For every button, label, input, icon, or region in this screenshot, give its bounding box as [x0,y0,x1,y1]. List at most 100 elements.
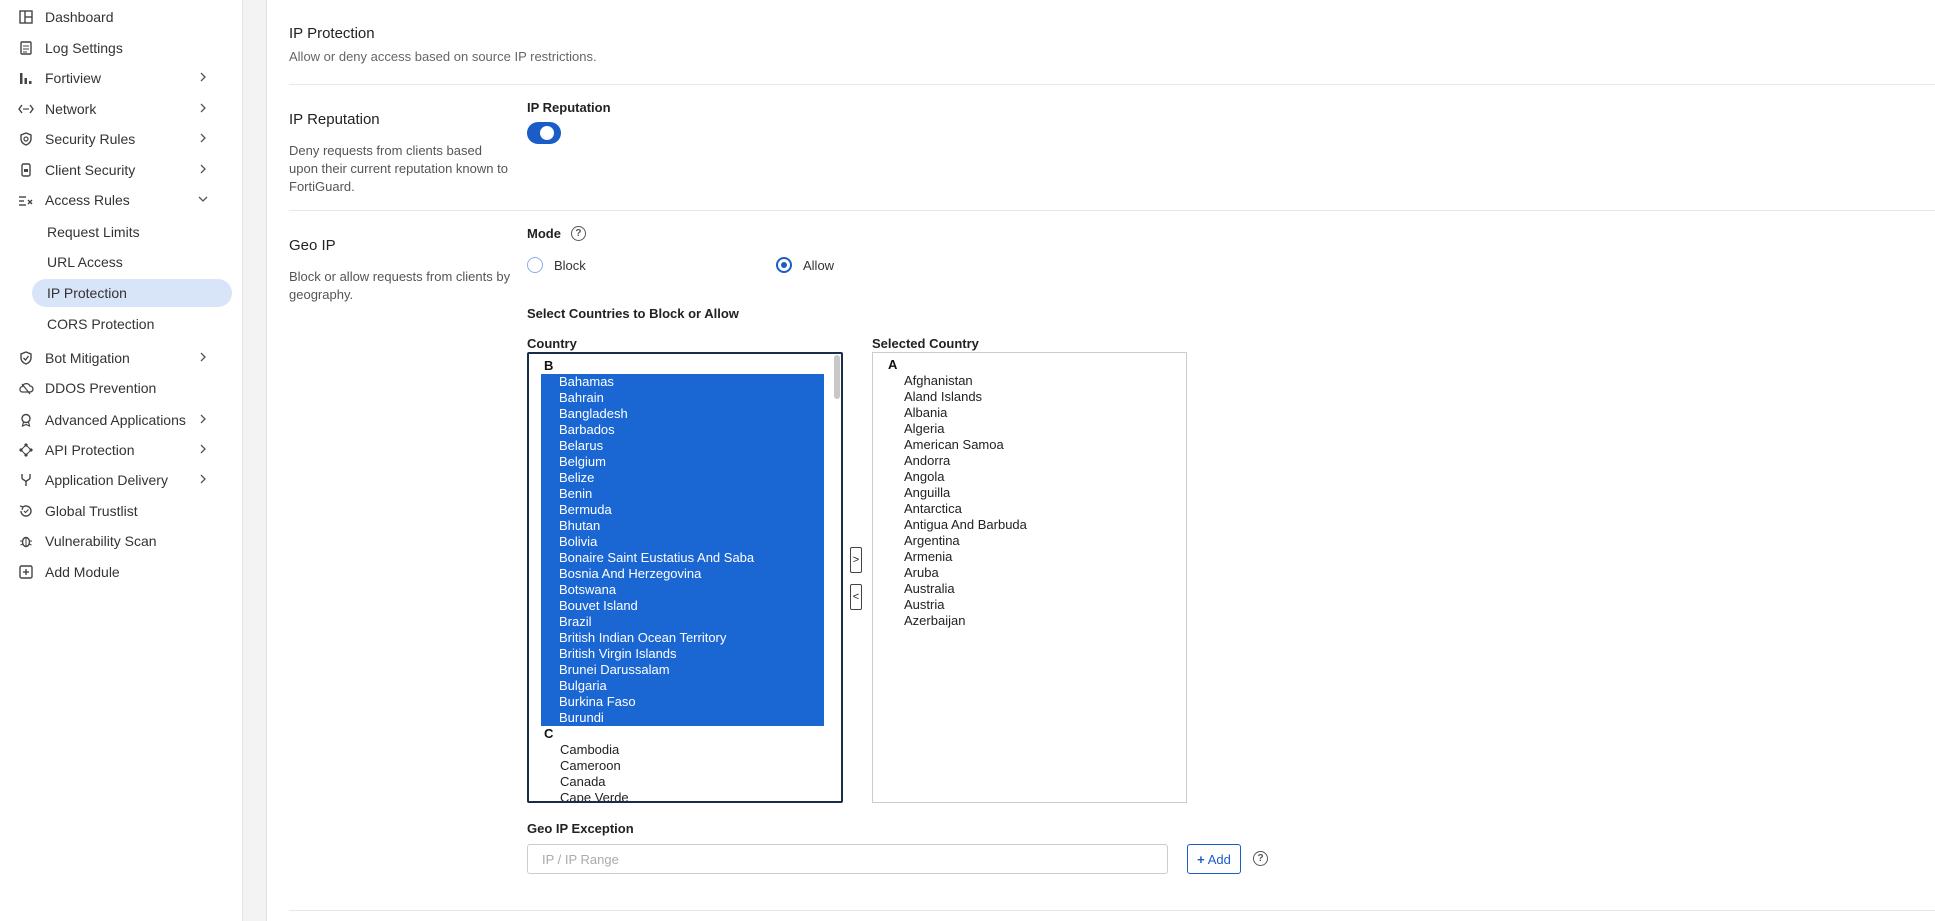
access-rules-icon [18,192,34,208]
sidebar-item-bot-mitigation[interactable]: Bot Mitigation [18,346,218,370]
move-right-button[interactable]: > [850,547,862,573]
sidebar-subitem-cors-protection[interactable]: CORS Protection [32,310,232,338]
list-item[interactable]: British Virgin Islands [541,646,824,662]
sidebar-item-label: Add Module [45,564,120,580]
list-item[interactable]: Cameroon [529,758,841,774]
list-item[interactable]: Brazil [541,614,824,630]
list-item[interactable]: Benin [541,486,824,502]
list-item[interactable]: Barbados [541,422,824,438]
list-item[interactable]: Azerbaijan [873,613,1186,629]
page-title: IP Protection [289,25,375,42]
mode-allow-radio[interactable]: Allow [776,257,834,273]
list-item[interactable]: Bulgaria [541,678,824,694]
selected-country-listbox[interactable]: A Afghanistan Aland Islands Albania Algeria A… [872,352,1187,803]
list-item[interactable]: American Samoa [873,437,1186,453]
list-item[interactable]: Bahamas [541,374,824,390]
mode-block-label: Block [554,257,586,273]
list-item[interactable]: Botswana [541,582,824,598]
geo-ip-exception-label: Geo IP Exception [527,821,634,836]
list-item[interactable]: Brunei Darussalam [541,662,824,678]
list-item[interactable]: Belize [541,470,824,486]
sidebar-item-label: Fortiview [45,70,102,86]
list-item[interactable]: Bosnia And Herzegovina [541,566,824,582]
mode-label: Mode [527,226,561,241]
geo-ip-exception-input[interactable] [527,844,1168,874]
list-item[interactable]: Albania [873,405,1186,421]
list-item[interactable]: Andorra [873,453,1186,469]
list-item[interactable]: Belarus [541,438,824,454]
sidebar-item-label: Application Delivery [45,472,168,488]
cloud-icon [18,380,34,396]
scrollbar[interactable] [834,355,840,399]
sidebar-item-label: Vulnerability Scan [45,533,157,549]
sidebar-subitem-request-limits[interactable]: Request Limits [32,218,232,246]
chevron-right-icon [196,70,210,84]
geo-ip-description: Block or allow requests from clients by … [289,269,511,302]
list-item[interactable]: Anguilla [873,485,1186,501]
sidebar-item-log-settings[interactable]: Log Settings [18,36,218,60]
list-item[interactable]: Bolivia [541,534,824,550]
api-icon [18,442,34,458]
list-item[interactable]: Afghanistan [873,373,1186,389]
list-item[interactable]: Canada [529,774,841,790]
list-item[interactable]: Bouvet Island [541,598,824,614]
sidebar-item-global-trustlist[interactable]: Global Trustlist [18,499,218,523]
sidebar-item-vulnerability-scan[interactable]: Vulnerability Scan [18,529,218,553]
list-item[interactable]: Bangladesh [541,406,824,422]
list-item[interactable]: Burundi [541,710,824,726]
chevron-right-icon [196,472,210,486]
country-listbox[interactable]: B Bahamas Bahrain Bangladesh Barbados Belarus… [527,352,843,803]
list-item[interactable]: Bhutan [541,518,824,534]
list-item[interactable]: Antigua And Barbuda [873,517,1186,533]
sidebar-item-dashboard[interactable]: Dashboard [18,5,218,29]
sidebar-item-add-module[interactable]: Add Module [18,560,218,584]
sidebar-item-label: API Protection [45,442,135,458]
sidebar-item-application-delivery[interactable]: Application Delivery [18,468,218,492]
list-item[interactable]: Armenia [873,549,1186,565]
sidebar-item-api-protection[interactable]: API Protection [18,438,218,462]
list-item[interactable]: Aland Islands [873,389,1186,405]
sidebar-item-security-rules[interactable]: Security Rules [18,127,218,151]
sidebar-item-access-rules[interactable]: Access Rules [18,188,218,212]
move-left-button[interactable]: < [850,584,862,610]
list-item[interactable]: Bonaire Saint Eustatius And Saba [541,550,824,566]
plus-square-icon [18,564,34,580]
sidebar-item-label: Log Settings [45,40,123,56]
list-item[interactable]: Belgium [541,454,824,470]
list-item[interactable]: Cape Verde [529,790,841,801]
sidebar-item-network[interactable]: Network [18,97,218,121]
add-button-label: Add [1207,851,1231,867]
sidebar-item-fortiview[interactable]: Fortiview [18,66,218,90]
list-item[interactable]: Bermuda [541,502,824,518]
divider [289,84,1935,85]
list-item[interactable]: Austria [873,597,1186,613]
ip-reputation-description: Deny requests from clients based upon th… [289,143,508,194]
list-item[interactable]: Argentina [873,533,1186,549]
sidebar-subitem-ip-protection[interactable]: IP Protection [32,279,232,307]
chevron-right-icon [196,162,210,176]
list-item[interactable]: Bahrain [541,390,824,406]
list-item[interactable]: Algeria [873,421,1186,437]
list-item[interactable]: Australia [873,581,1186,597]
list-item[interactable]: Cambodia [529,742,841,758]
network-icon [18,101,34,117]
sidebar-subitem-url-access[interactable]: URL Access [32,248,232,276]
list-item[interactable]: Angola [873,469,1186,485]
divider [289,210,1935,211]
sidebar-item-ddos-prevention[interactable]: DDOS Prevention [18,376,218,400]
list-item[interactable]: Aruba [873,565,1186,581]
add-button[interactable]: + Add [1187,844,1241,874]
help-icon[interactable]: ? [570,226,586,241]
list-item[interactable]: Antarctica [873,501,1186,517]
ip-reputation-title: IP Reputation [289,111,380,128]
divider [289,910,1935,911]
list-item[interactable]: Burkina Faso [541,694,824,710]
mode-block-radio[interactable]: Block [527,257,586,273]
list-item[interactable]: British Indian Ocean Territory [541,630,824,646]
sidebar-item-advanced-applications[interactable]: Advanced Applications [18,408,218,432]
ip-reputation-label: IP Reputation [527,100,611,115]
ip-reputation-toggle[interactable] [527,122,561,144]
sidebar-item-client-security[interactable]: Client Security [18,158,218,182]
help-icon[interactable]: ? [1253,851,1268,866]
plus-icon: + [1197,851,1205,867]
